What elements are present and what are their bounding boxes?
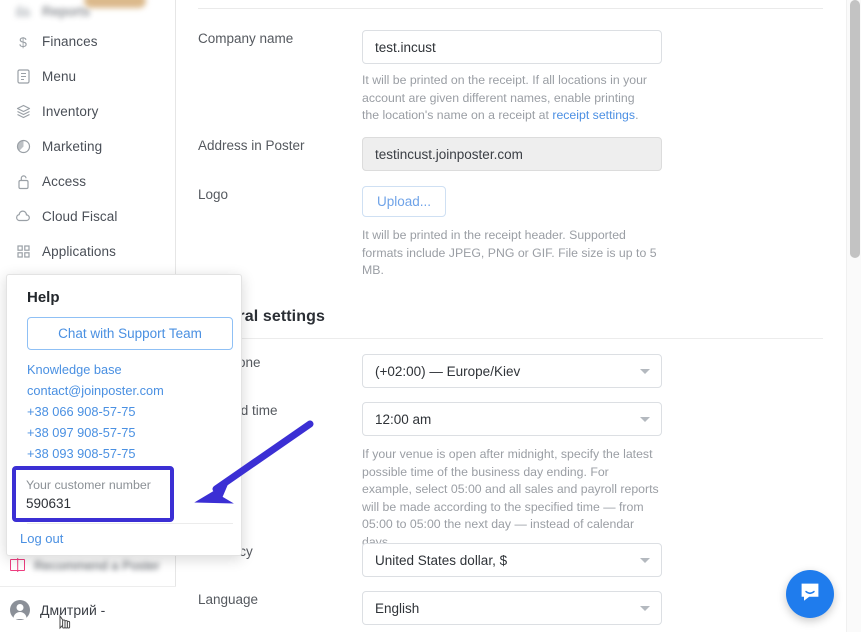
chevron-down-icon [640, 369, 650, 374]
help-popup-links: Knowledge base contact@joinposter.com +3… [27, 359, 164, 464]
sidebar-user-name: Дмитрий - [40, 601, 106, 618]
language-label: Language [198, 592, 259, 607]
app-root: Reports $ Finances Menu Inventory Market… [0, 0, 861, 632]
menu-book-icon [10, 69, 36, 84]
customer-number-value: 590631 [26, 496, 72, 511]
address-control [362, 137, 662, 171]
support-phone-link-1[interactable]: +38 066 908-57-75 [27, 401, 164, 422]
chevron-down-icon [640, 558, 650, 563]
address-label: Address in Poster [198, 138, 305, 153]
company-name-hint-suffix: . [635, 108, 639, 122]
page-scrollbar-thumb[interactable] [850, 0, 860, 258]
sidebar-item-cloud-fiscal[interactable]: Cloud Fiscal [0, 199, 176, 234]
support-phone-link-3[interactable]: +38 093 908-57-75 [27, 443, 164, 464]
address-input [362, 137, 662, 171]
sidebar-item-label: Marketing [42, 139, 103, 154]
currency-select[interactable]: United States dollar, $ [362, 543, 662, 577]
lock-icon [10, 174, 36, 190]
sidebar-item-inventory[interactable]: Inventory [0, 94, 176, 129]
language-control: English [362, 591, 662, 625]
sidebar-item-marketing[interactable]: Marketing [0, 129, 176, 164]
help-popup-divider [27, 523, 233, 524]
knowledge-base-link[interactable]: Knowledge base [27, 359, 164, 380]
help-popup-title: Help [27, 289, 60, 306]
sidebar-item-label: Applications [42, 244, 116, 259]
chevron-down-icon [640, 417, 650, 422]
cloud-icon [10, 210, 36, 223]
chevron-down-icon [640, 606, 650, 611]
bar-chart-icon [10, 4, 36, 18]
sidebar-item-label: Reports [42, 3, 90, 19]
sidebar-item-label: Finances [42, 34, 98, 49]
svg-text:$: $ [19, 34, 27, 50]
company-name-input[interactable] [362, 30, 662, 64]
sidebar-nav: Reports $ Finances Menu Inventory Market… [0, 0, 176, 269]
avatar-icon [10, 599, 30, 620]
sidebar-item-applications[interactable]: Applications [0, 234, 176, 269]
sidebar-item-label: Menu [42, 69, 77, 84]
timezone-control: (+02:00) — Europe/Kiev [362, 354, 662, 388]
sidebar-item-label: Cloud Fiscal [42, 209, 118, 224]
day-end-time-value: 12:00 am [375, 411, 432, 427]
customer-number-caption: Your customer number [26, 478, 151, 492]
language-select[interactable]: English [362, 591, 662, 625]
intercom-chat-button[interactable] [786, 570, 834, 618]
sidebar-item-access[interactable]: Access [0, 164, 176, 199]
layers-icon [10, 104, 36, 119]
sidebar-item-finances[interactable]: $ Finances [0, 24, 176, 59]
company-name-label: Company name [198, 31, 294, 46]
content-top-divider [198, 8, 823, 9]
main-content: Company name It will be printed on the r… [176, 0, 845, 632]
logout-link[interactable]: Log out [20, 531, 63, 546]
customer-number-highlight: Your customer number 590631 [12, 466, 174, 522]
logo-hint: It will be printed in the receipt header… [362, 228, 657, 277]
day-end-time-hint: If your venue is open after midnight, sp… [362, 447, 659, 549]
dollar-icon: $ [10, 34, 36, 50]
sidebar-item-label: Recommend a Poster [34, 557, 160, 573]
support-phone-link-2[interactable]: +38 097 908-57-75 [27, 422, 164, 443]
company-name-control: It will be printed on the receipt. If al… [362, 30, 662, 125]
support-email-link[interactable]: contact@joinposter.com [27, 380, 164, 401]
page-scrollbar[interactable] [846, 0, 861, 632]
currency-value: United States dollar, $ [375, 552, 508, 568]
day-end-time-select[interactable]: 12:00 am [362, 402, 662, 436]
gift-icon [10, 559, 25, 571]
sidebar-item-label: Access [42, 174, 87, 189]
sidebar-item-menu[interactable]: Menu [0, 59, 176, 94]
company-name-hint: It will be printed on the receipt. If al… [362, 72, 652, 125]
currency-control: United States dollar, $ [362, 543, 662, 577]
logo-control: Upload... It will be printed in the rece… [362, 186, 662, 280]
sidebar-user-row[interactable]: Дмитрий - [0, 586, 176, 632]
day-end-time-control: 12:00 am If your venue is open after mid… [362, 402, 662, 551]
receipt-settings-link[interactable]: receipt settings [552, 108, 635, 122]
sidebar-item-label: Inventory [42, 104, 99, 119]
chat-with-support-button[interactable]: Chat with Support Team [27, 317, 233, 350]
timezone-value: (+02:00) — Europe/Kiev [375, 363, 521, 379]
mouse-cursor [59, 614, 71, 630]
timezone-select[interactable]: (+02:00) — Europe/Kiev [362, 354, 662, 388]
intercom-chat-icon [799, 581, 821, 608]
sidebar-top-badge [84, 0, 146, 8]
upload-button[interactable]: Upload... [362, 186, 447, 217]
general-settings-divider [198, 338, 823, 339]
language-value: English [375, 600, 420, 616]
grid-icon [10, 245, 36, 258]
pie-chart-icon [10, 139, 36, 154]
logo-label: Logo [198, 187, 229, 202]
